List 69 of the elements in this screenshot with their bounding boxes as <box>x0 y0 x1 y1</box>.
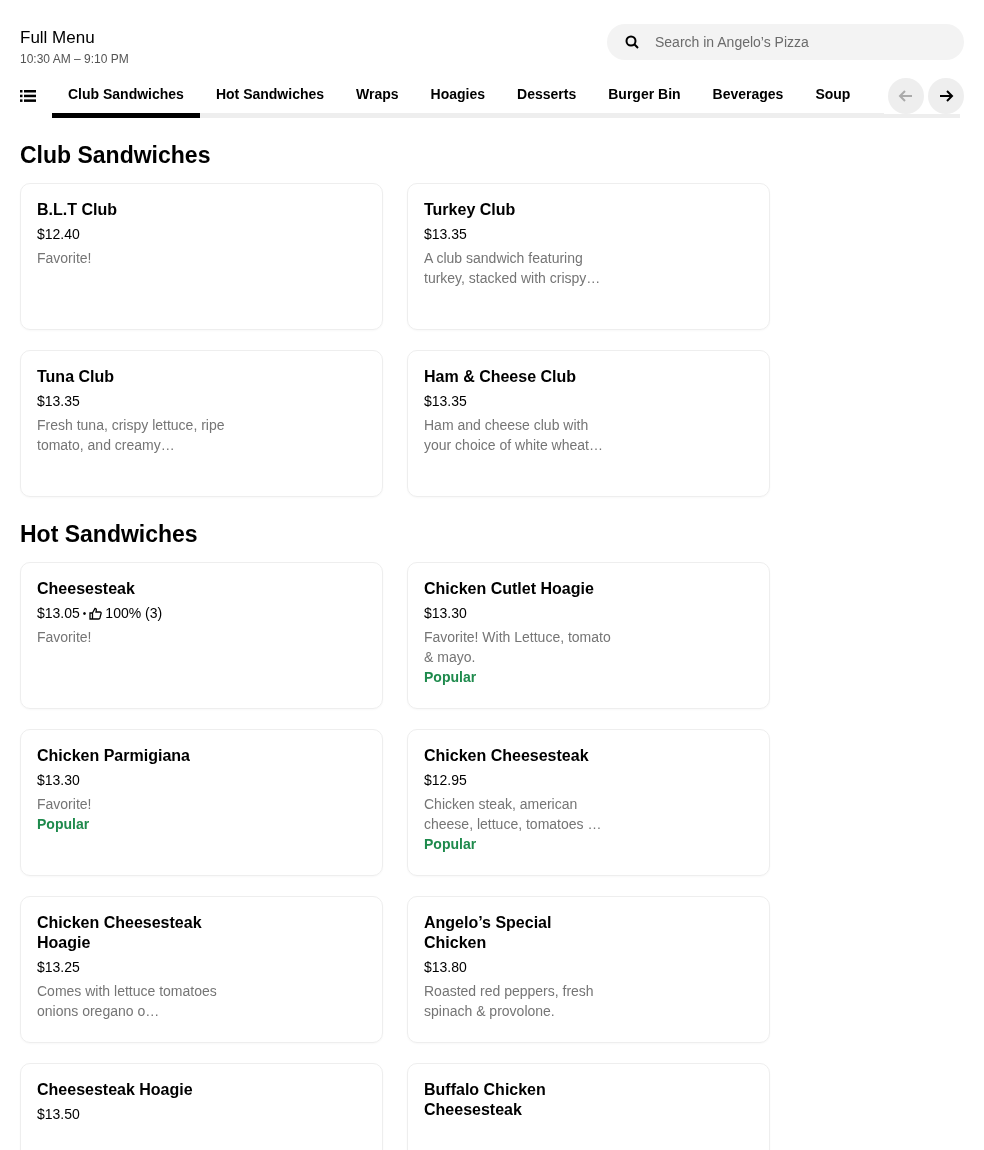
item-price: $13.25 <box>37 959 80 975</box>
item-name: Buffalo Chicken Cheesesteak <box>424 1080 547 1120</box>
arrow-left-icon <box>898 88 914 104</box>
menu-item-card[interactable]: B.L.T Club $12.40 Favorite! <box>20 183 383 330</box>
section-heading: Hot Sandwiches <box>20 521 199 548</box>
item-name: Chicken Cheesesteak <box>424 746 590 766</box>
menu-hours: 10:30 AM – 9:10 PM <box>20 52 129 66</box>
item-description: Favorite! <box>37 628 93 647</box>
menu-item-card[interactable]: Turkey Club $13.35 A club sandwich featuring turkey, stacked with crispy… <box>407 183 770 330</box>
item-name: Chicken Cheesesteak Hoagie <box>37 913 203 953</box>
category-tab[interactable]: Soup <box>799 74 867 118</box>
menu-title: Full Menu <box>20 28 96 48</box>
menu-item-card[interactable]: Buffalo Chicken Cheesesteak <box>407 1063 770 1150</box>
menu-item-card[interactable]: Ham & Cheese Club $13.35 Ham and cheese club with your choice of white wheat… <box>407 350 770 497</box>
section-heading: Club Sandwiches <box>20 142 212 169</box>
item-name: B.L.T Club <box>37 200 118 220</box>
item-name: Chicken Parmigiana <box>37 746 191 766</box>
item-description: Favorite! With Lettuce, tomato & mayo. <box>424 628 612 667</box>
separator-dot: • <box>82 607 87 619</box>
item-name: Angelo’s Special Chicken <box>424 913 553 953</box>
menu-item-card[interactable]: Chicken Cheesesteak $12.95 Chicken steak, american cheese, lettuce, tomatoes … Popular <box>407 729 770 876</box>
item-description: Favorite! <box>37 795 93 814</box>
item-name: Cheesesteak Hoagie <box>37 1080 194 1100</box>
item-name: Turkey Club <box>424 200 517 220</box>
item-name: Tuna Club <box>37 367 116 387</box>
menu-item-card[interactable]: Cheesesteak Hoagie $13.50 <box>20 1063 383 1150</box>
item-price: $13.35 <box>424 393 467 409</box>
category-tab[interactable]: Burger Bin <box>592 74 697 118</box>
item-name: Cheesesteak <box>37 579 136 599</box>
item-description: A club sandwich featuring turkey, stacked with crispy… <box>424 249 602 288</box>
category-tab[interactable]: Club Sandwiches <box>52 74 200 118</box>
category-tab[interactable]: Hot Sandwiches <box>199 74 341 118</box>
category-tab[interactable]: Hoagies <box>414 74 502 118</box>
menu-item-card[interactable]: Chicken Parmigiana $13.30 Favorite! Popular <box>20 729 383 876</box>
scroll-forward-button[interactable] <box>928 78 964 114</box>
item-description: Comes with lettuce tomatoes onions oregano o… <box>37 982 218 1021</box>
item-description: Fresh tuna, crispy lettuce, ripe tomato, and creamy… <box>37 416 226 455</box>
menu-item-card[interactable]: Angelo’s Special Chicken $13.80 Roasted red peppers, fresh spinach & provolone. <box>407 896 770 1043</box>
search-icon <box>625 35 639 49</box>
item-description: Roasted red peppers, fresh spinach & provolone. <box>424 982 595 1021</box>
item-price: $13.35 <box>424 226 467 242</box>
thumbs-up-icon <box>89 606 103 620</box>
search-field[interactable]: Search in Angelo’s Pizza <box>607 24 964 60</box>
menu-item-card[interactable]: Chicken Cheesesteak Hoagie $13.25 Comes with lettuce tomatoes onions oregano o… <box>20 896 383 1043</box>
item-price: $13.80 <box>424 959 467 975</box>
item-price: $13.50 <box>37 1106 80 1122</box>
item-description: Chicken steak, american cheese, lettuce, tomatoes … <box>424 795 603 834</box>
category-tab[interactable]: Wraps <box>340 74 415 118</box>
menu-item-card[interactable]: Cheesesteak $13.05 • 100% (3) Favorite! <box>20 562 383 709</box>
item-price: $13.30 <box>424 605 467 621</box>
item-price: $13.35 <box>37 393 80 409</box>
menu-item-card[interactable]: Tuna Club $13.35 Fresh tuna, crispy lettuce, ripe tomato, and creamy… <box>20 350 383 497</box>
list-icon[interactable] <box>20 89 36 103</box>
item-price: $13.05 <box>37 605 80 621</box>
item-price: $12.95 <box>424 772 467 788</box>
arrow-right-icon <box>938 88 954 104</box>
item-price: $12.40 <box>37 226 80 242</box>
category-tab[interactable]: Beverages <box>696 74 800 118</box>
rating-text: 100% (3) <box>105 605 163 621</box>
popular-label: Popular <box>424 836 478 852</box>
item-name: Chicken Cutlet Hoagie <box>424 579 595 599</box>
popular-label: Popular <box>424 669 478 685</box>
category-tab[interactable]: Desserts <box>501 74 593 118</box>
item-description: Ham and cheese club with your choice of white wheat… <box>424 416 604 455</box>
menu-item-card[interactable]: Chicken Cutlet Hoagie $13.30 Favorite! With Lettuce, tomato & mayo. Popular <box>407 562 770 709</box>
popular-label: Popular <box>37 816 91 832</box>
item-price: $13.30 <box>37 772 80 788</box>
item-name: Ham & Cheese Club <box>424 367 578 387</box>
item-description: Favorite! <box>37 249 93 268</box>
